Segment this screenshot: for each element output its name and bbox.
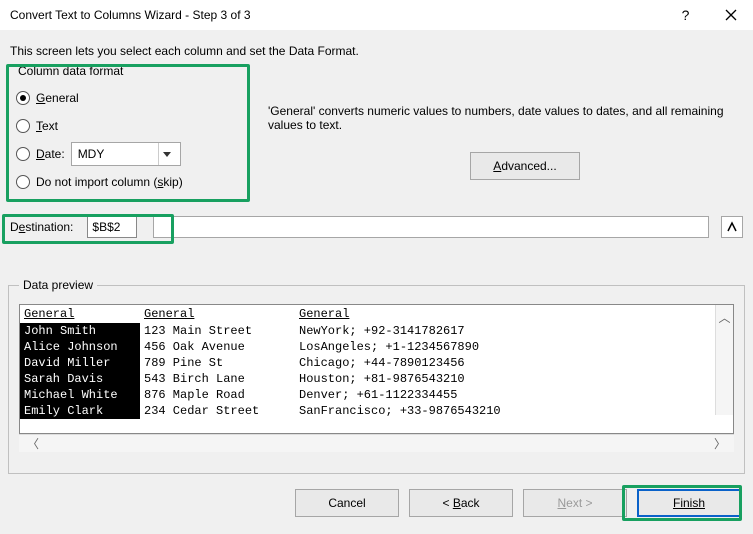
format-description: 'General' converts numeric values to num… <box>268 104 738 132</box>
destination-label: Destination: <box>6 220 77 234</box>
preview-cell: Michael White <box>20 387 140 403</box>
help-button[interactable]: ? <box>663 0 708 30</box>
next-button: Next > <box>523 489 627 517</box>
radio-skip[interactable] <box>16 175 30 189</box>
date-format-value: MDY <box>78 147 105 161</box>
scroll-left-icon: 〈 <box>27 435 39 452</box>
preview-cell: Sarah Davis <box>20 371 140 387</box>
chevron-down-icon <box>158 143 176 165</box>
preview-column[interactable]: GeneralJohn SmithAlice JohnsonDavid Mill… <box>20 305 140 419</box>
radio-date-label[interactable]: Date: <box>36 147 65 161</box>
preview-cell: 456 Oak Avenue <box>140 339 295 355</box>
preview-box[interactable]: GeneralJohn SmithAlice JohnsonDavid Mill… <box>19 304 734 434</box>
preview-cell: 543 Birch Lane <box>140 371 295 387</box>
column-header: General <box>140 305 295 323</box>
group-legend: Column data format <box>16 64 125 78</box>
scroll-up-icon: ︿ <box>718 309 730 326</box>
column-header: General <box>20 305 140 323</box>
radio-date[interactable] <box>16 147 30 161</box>
preview-cell: Denver; +61-1122334455 <box>295 387 733 403</box>
range-picker-icon <box>726 221 738 233</box>
titlebar: Convert Text to Columns Wizard - Step 3 … <box>0 0 753 30</box>
preview-cell: Houston; +81-9876543210 <box>295 371 733 387</box>
preview-cell: 123 Main Street <box>140 323 295 339</box>
radio-text-label[interactable]: Text <box>36 119 58 133</box>
preview-cell: 234 Cedar Street <box>140 403 295 419</box>
cancel-button[interactable]: Cancel <box>295 489 399 517</box>
finish-button[interactable]: Finish <box>637 489 741 517</box>
scroll-right-icon: 〉 <box>714 435 726 452</box>
preview-column[interactable]: General123 Main Street456 Oak Avenue789 … <box>140 305 295 419</box>
preview-cell: Chicago; +44-7890123456 <box>295 355 733 371</box>
preview-cell: John Smith <box>20 323 140 339</box>
preview-column[interactable]: GeneralNewYork; +92-3141782617LosAngeles… <box>295 305 733 419</box>
close-icon <box>725 9 737 21</box>
preview-cell: David Miller <box>20 355 140 371</box>
horizontal-scrollbar[interactable]: 〈 〉 <box>19 434 734 452</box>
data-preview-group: Data preview GeneralJohn SmithAlice John… <box>8 278 745 474</box>
preview-cell: LosAngeles; +1-1234567890 <box>295 339 733 355</box>
preview-cell: Alice Johnson <box>20 339 140 355</box>
range-picker-button[interactable] <box>721 216 743 238</box>
date-format-select[interactable]: MDY <box>71 142 181 166</box>
back-button[interactable]: < Back <box>409 489 513 517</box>
window-title: Convert Text to Columns Wizard - Step 3 … <box>10 8 663 22</box>
vertical-scrollbar[interactable]: ︿ <box>715 305 733 415</box>
destination-input[interactable] <box>87 216 137 238</box>
preview-cell: NewYork; +92-3141782617 <box>295 323 733 339</box>
radio-skip-label[interactable]: Do not import column (skip) <box>36 175 183 189</box>
preview-cell: 876 Maple Road <box>140 387 295 403</box>
destination-field-ext[interactable] <box>153 216 709 238</box>
button-row: Cancel < Back Next > Finish <box>0 489 753 517</box>
preview-cell: 789 Pine St <box>140 355 295 371</box>
close-button[interactable] <box>708 0 753 30</box>
radio-general[interactable] <box>16 91 30 105</box>
instruction-text: This screen lets you select each column … <box>0 30 753 64</box>
radio-text[interactable] <box>16 119 30 133</box>
preview-cell: Emily Clark <box>20 403 140 419</box>
advanced-button[interactable]: Advanced... <box>470 152 580 180</box>
radio-general-label[interactable]: General <box>36 91 79 105</box>
column-data-format-group: Column data format General Text Date: MD… <box>6 64 254 204</box>
preview-cell: SanFrancisco; +33-9876543210 <box>295 403 733 419</box>
preview-legend: Data preview <box>19 278 97 292</box>
column-header: General <box>295 305 733 323</box>
